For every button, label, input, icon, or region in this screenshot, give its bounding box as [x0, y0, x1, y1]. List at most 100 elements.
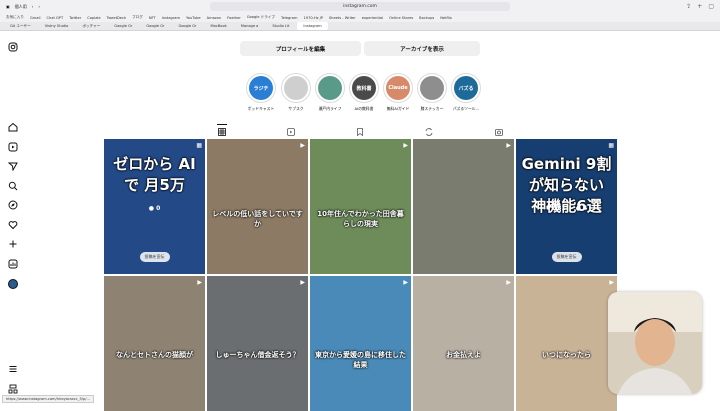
story-highlight[interactable]: 教科書AIの教科書 [346, 73, 382, 112]
story-highlight[interactable]: Claude 無料AIガイド [380, 73, 416, 112]
browser-tab[interactable]: MacBook [205, 22, 233, 30]
highlight-label: ポッドキャスト [243, 106, 279, 112]
bookmark-item[interactable]: Google ドライブ [247, 15, 275, 20]
threads-icon[interactable] [7, 383, 18, 394]
browser-tab[interactable]: Google Gr [140, 22, 170, 30]
post-thumbnail[interactable]: お金払えよ ▶ [413, 276, 514, 411]
reel-badge-icon: ▶ [506, 279, 511, 286]
story-highlight[interactable]: ラジチポッドキャスト [243, 73, 279, 112]
post-thumbnail[interactable]: いつになったら▶ [516, 276, 617, 411]
highlight-label: サブスク [278, 106, 314, 112]
highlight-cover-text [420, 76, 444, 100]
search-icon[interactable] [7, 180, 18, 191]
bookmark-item[interactable]: Online Stores [389, 16, 413, 20]
new-tab-icon[interactable]: + [697, 3, 702, 10]
camera-preview-popup[interactable] [608, 292, 702, 394]
bookmark-item[interactable]: Backups [419, 16, 434, 20]
bookmark-item[interactable]: Feather [227, 16, 241, 20]
menu-icon[interactable] [7, 363, 18, 374]
bookmark-item[interactable]: YouTube [186, 16, 201, 20]
create-icon[interactable] [7, 238, 18, 249]
highlight-label: 無料AIガイド [380, 106, 416, 112]
highlight-cover-text: Claude [386, 76, 410, 100]
sidebar-toggle-icon[interactable]: ▣ [6, 4, 10, 9]
post-thumbnail[interactable]: 東京から愛媛の島に移住した結果 ▶ [310, 276, 411, 411]
browser-tab[interactable]: Manage a [235, 22, 265, 30]
post-thumbnail[interactable]: Gemini 9割が知らない 神機能6選▦♥ 131● 4投稿を宣伝 [516, 139, 617, 274]
explore-icon[interactable] [7, 199, 18, 210]
post-thumbnail[interactable]: ▶ [413, 139, 514, 274]
link-status-bar: https://www.instagram.com/hiroyaraxcc_5/… [2, 395, 94, 403]
browser-tab[interactable]: Google Gr [108, 22, 138, 30]
browser-tab[interactable]: Instagram [297, 22, 327, 30]
browser-tab[interactable]: ボッチャー [76, 22, 106, 30]
reels-icon[interactable] [7, 141, 18, 152]
post-caption-overlay: レベルの低い話をしていですか [207, 209, 308, 229]
bookmark-item[interactable]: Instagram [162, 16, 180, 20]
bookmark-item[interactable]: Telegram [281, 16, 297, 20]
browser-tab[interactable]: Google Gr [172, 22, 202, 30]
bookmark-item[interactable]: Sheets - Writer [329, 16, 356, 20]
bookmark-item[interactable]: お気に入り [6, 15, 24, 20]
post-thumbnail[interactable]: ゼロから AIで 月5万▦● 0投稿を宣伝 [104, 139, 205, 274]
highlight-cover-text: ラジチ [249, 76, 273, 100]
dashboard-icon[interactable] [7, 258, 18, 269]
promote-post-button[interactable]: 投稿を宣伝 [552, 252, 582, 262]
share-icon[interactable]: ⇪ [686, 3, 691, 10]
edit-profile-button[interactable]: プロフィールを編集 [240, 41, 361, 56]
home-icon[interactable] [7, 121, 18, 132]
post-caption-overlay: しゅーちゃん借金返そう？ [207, 350, 308, 360]
bookmark-item[interactable]: Chat GPT [46, 16, 63, 20]
address-bar[interactable]: instagram.com [210, 2, 510, 11]
back-icon[interactable]: ‹ [32, 4, 34, 9]
send-icon[interactable] [7, 160, 18, 171]
browser-tab[interactable]: Vistny Studio [39, 22, 75, 30]
bookmark-item[interactable]: TweetDeck [107, 16, 126, 20]
forward-icon[interactable]: › [38, 4, 40, 9]
bookmark-item[interactable]: NFT [149, 16, 156, 20]
bookmark-item[interactable]: Netflix [440, 16, 452, 20]
highlight-cover [417, 73, 447, 103]
tab-overview-icon[interactable]: ▢ [708, 3, 714, 10]
reel-badge-icon: ▶ [403, 279, 408, 286]
profile-switcher[interactable]: 個人用 [15, 4, 27, 10]
story-highlight[interactable]: バズるパズるツール... [448, 73, 484, 112]
promote-post-button[interactable]: 投稿を宣伝 [140, 252, 170, 262]
view-archive-button[interactable]: アーカイブを表示 [364, 41, 480, 56]
browser-tab[interactable]: Studio Lit [266, 22, 295, 30]
reel-badge-icon: ▶ [403, 142, 408, 149]
highlight-cover [281, 73, 311, 103]
post-thumbnail[interactable]: しゅーちゃん借金返そう？▶ [207, 276, 308, 411]
story-highlight[interactable]: 膝ステッカー [414, 73, 450, 112]
bookmark-item[interactable]: Amazon [207, 16, 222, 20]
posts-grid-icon[interactable] [217, 127, 226, 136]
bookmark-item[interactable]: Gmail [30, 16, 41, 20]
browser-tab[interactable]: GA ユーザー [4, 22, 37, 30]
bookmark-item[interactable]: 1970-Hz JP [304, 16, 323, 20]
saved-tab-icon[interactable] [355, 127, 364, 136]
post-thumbnail[interactable]: レベルの低い話をしていですか▶ [207, 139, 308, 274]
post-caption-overlay: お金払えよ [413, 350, 514, 360]
bookmarks-bar: お気に入り Gmail Chat GPT Twitter Copiale TweetDec… [0, 13, 720, 22]
post-caption-overlay: 東京から愛媛の島に移住した結果 [310, 350, 411, 370]
instagram-logo-icon[interactable] [7, 41, 18, 52]
highlight-label: AIの教科書 [346, 106, 382, 112]
bookmark-item[interactable]: ブログ [132, 15, 143, 20]
highlight-cover-text: バズる [454, 76, 478, 100]
reels-tab-icon[interactable] [286, 127, 295, 136]
story-highlight[interactable]: 瀬戸内ライフ [312, 73, 348, 112]
bookmark-item[interactable]: Copiale [87, 16, 100, 20]
avatar[interactable] [7, 278, 18, 289]
bookmark-item[interactable]: experiential [362, 16, 383, 20]
bookmark-item[interactable]: Twitter [69, 16, 81, 20]
post-thumbnail[interactable]: なんとセトさんの猫顔が▶ [104, 276, 205, 411]
heart-icon[interactable] [7, 219, 18, 230]
story-highlight[interactable]: サブスク [278, 73, 314, 112]
tagged-tab-icon[interactable] [494, 127, 503, 136]
reposts-tab-icon[interactable] [424, 127, 433, 136]
post-stats: ♥ 131● 4 [516, 205, 617, 212]
highlight-cover-text [318, 76, 342, 100]
stat-count: 4 [583, 205, 587, 212]
highlight-label: 膝ステッカー [414, 106, 450, 112]
post-thumbnail[interactable]: 10年住んでわかった田舎暮らしの現実▶ [310, 139, 411, 274]
